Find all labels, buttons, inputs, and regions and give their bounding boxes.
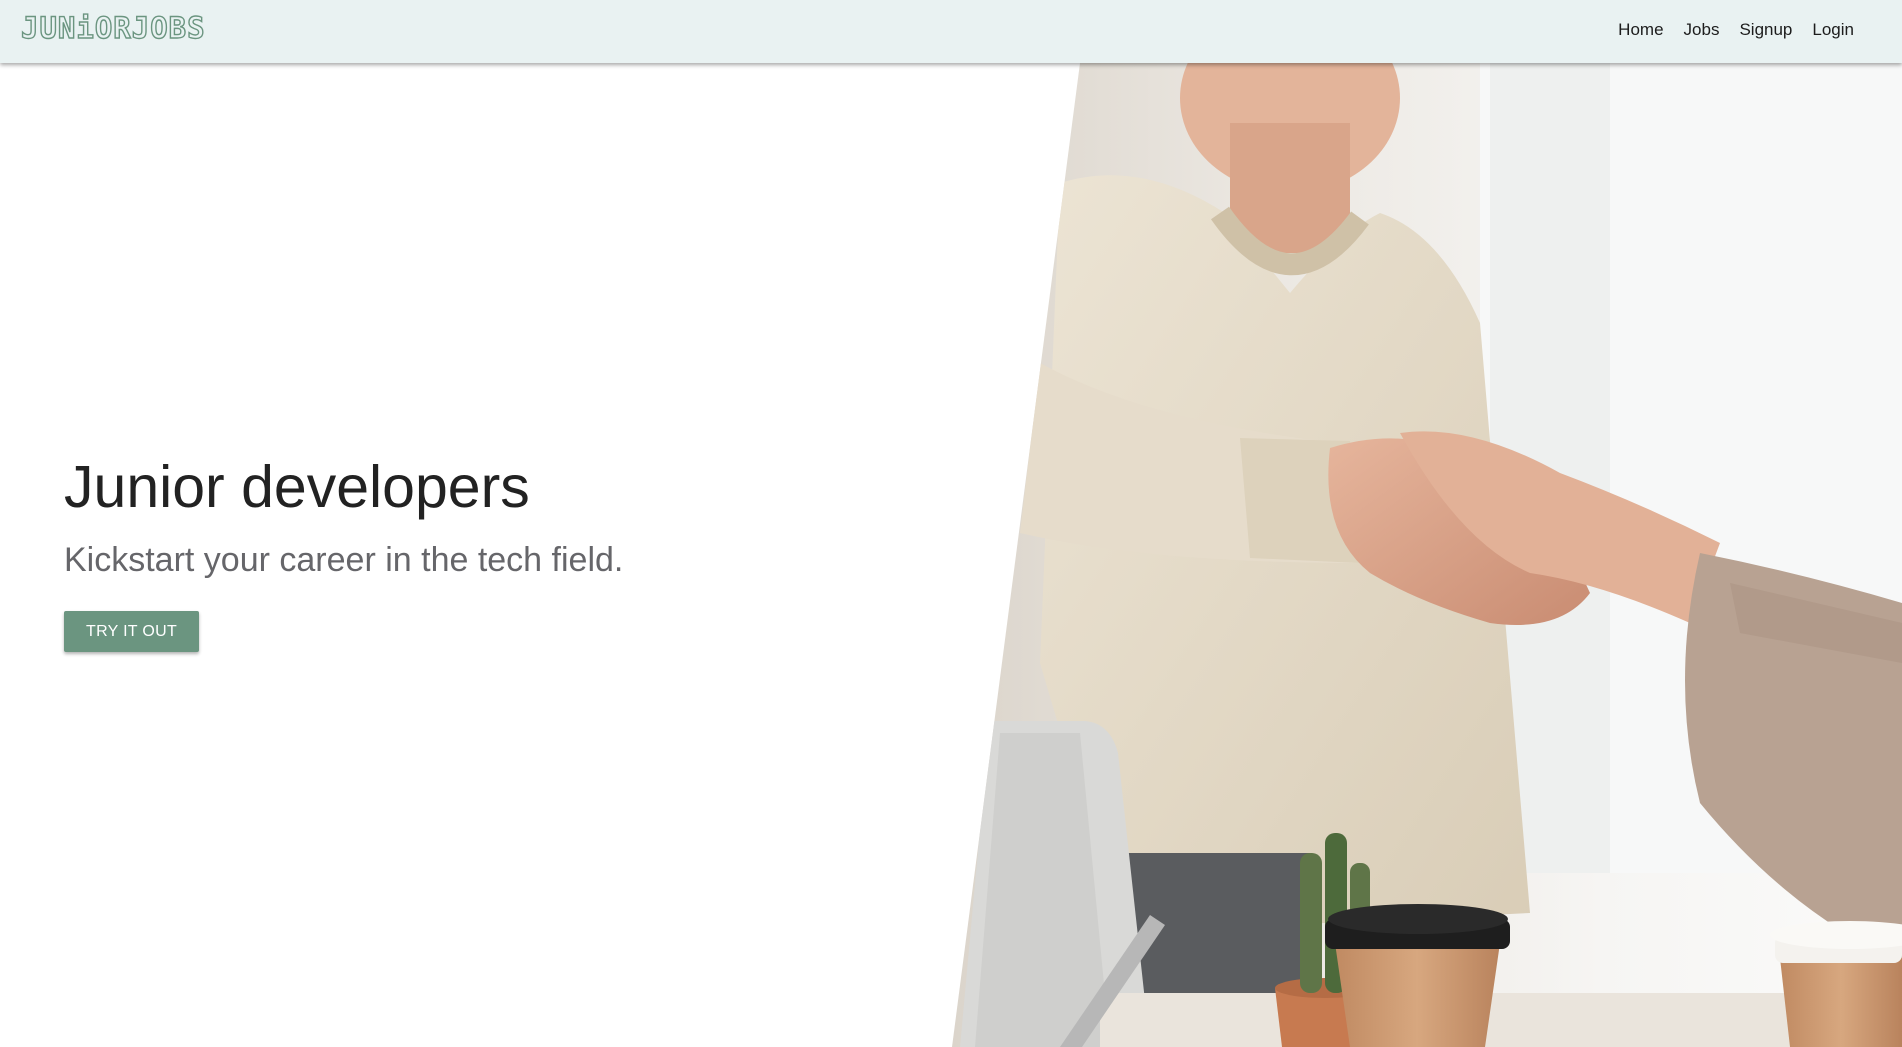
hero-title: Junior developers	[64, 454, 530, 520]
nav-jobs-link[interactable]: Jobs	[1674, 20, 1730, 40]
hero-subtitle: Kickstart your career in the tech field.	[64, 540, 624, 579]
try-it-out-button[interactable]: TRY IT OUT	[64, 611, 200, 653]
hero-section: Junior developers Kickstart your career …	[64, 454, 624, 653]
nav-signup-link[interactable]: Signup	[1729, 20, 1802, 40]
nav-links: Home Jobs Signup Login	[1608, 20, 1864, 40]
nav-home-link[interactable]: Home	[1608, 20, 1673, 40]
navbar: JUNiORJOBS Home Jobs Signup Login	[0, 0, 1902, 63]
brand-logo[interactable]: JUNiORJOBS	[20, 10, 206, 45]
nav-login-link[interactable]: Login	[1802, 20, 1864, 40]
